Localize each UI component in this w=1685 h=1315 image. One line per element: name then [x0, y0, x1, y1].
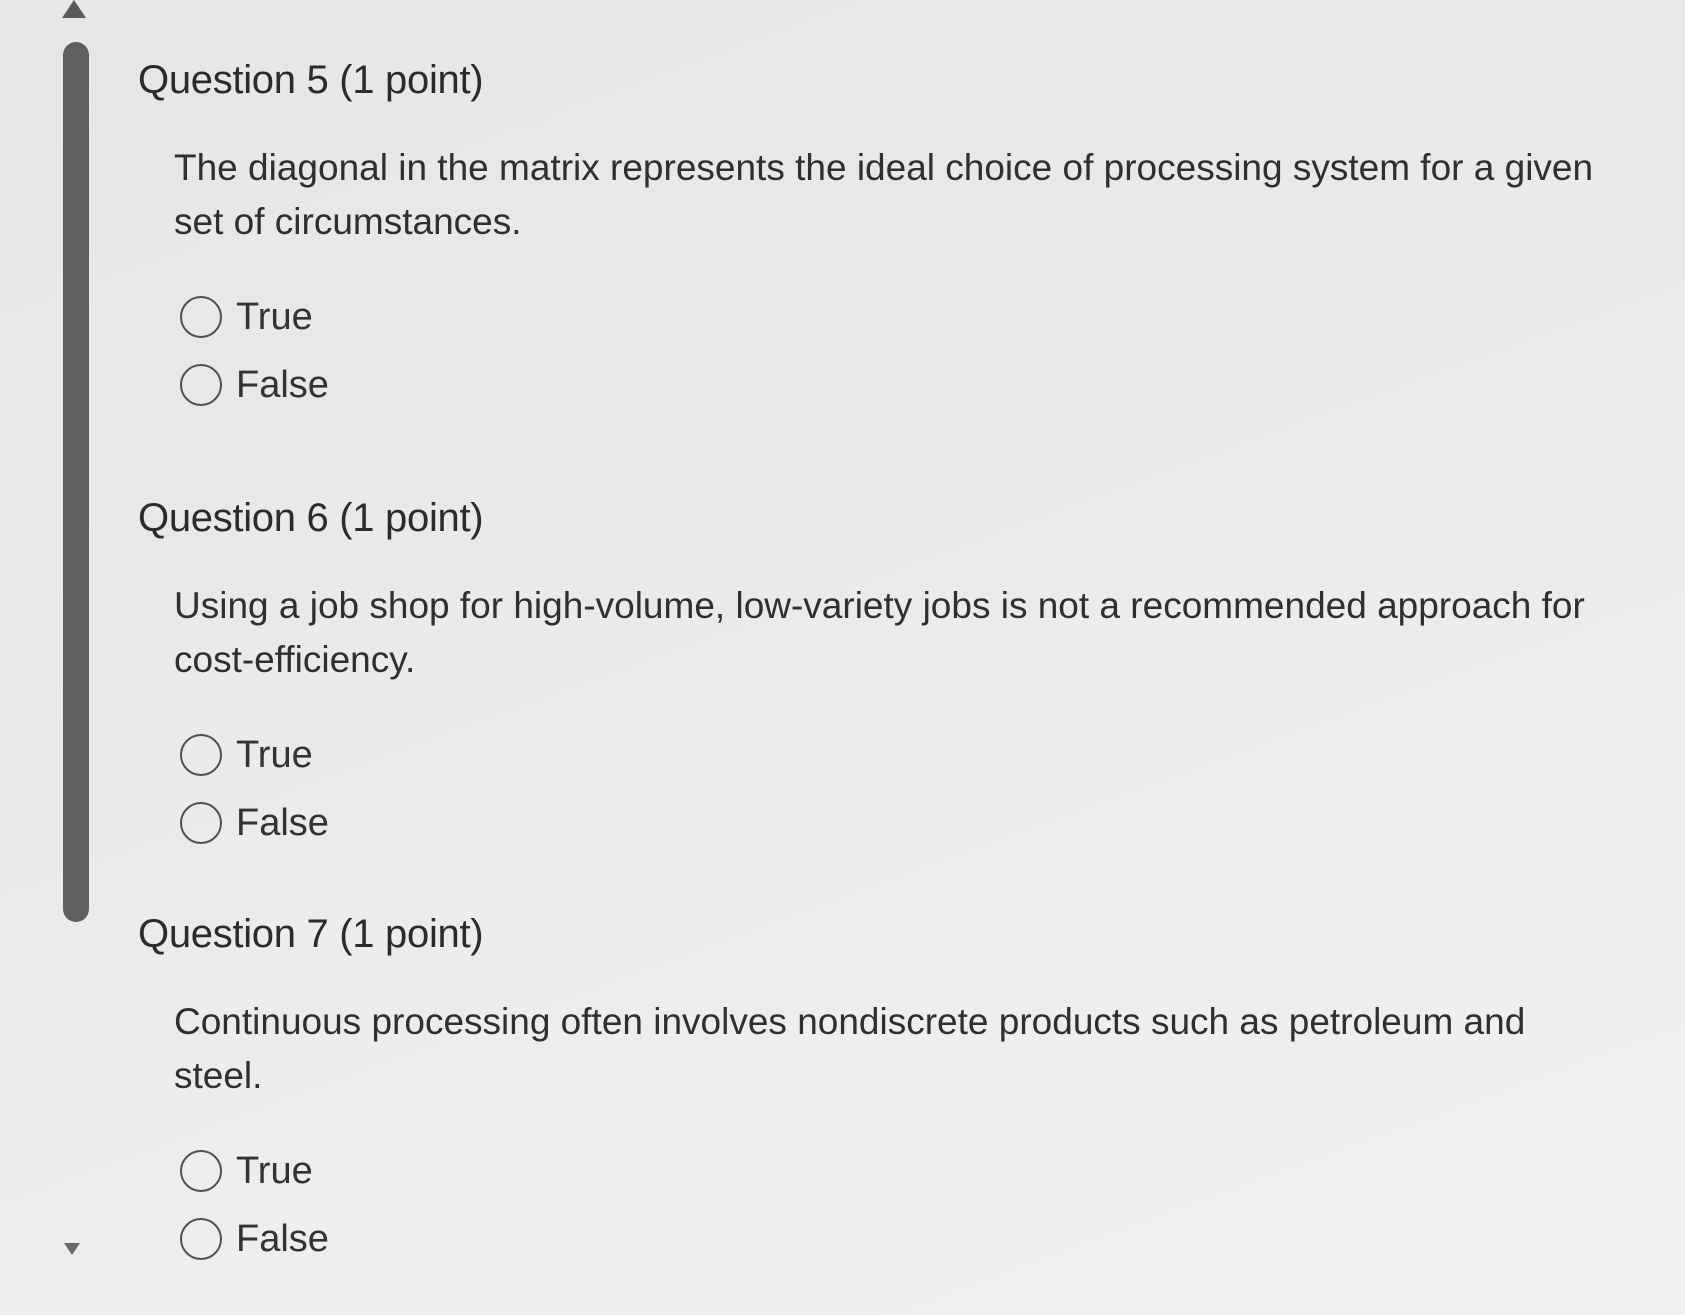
question-title: Question 5 (1 point): [138, 58, 484, 102]
option-true[interactable]: True: [180, 721, 1598, 789]
radio-button-icon[interactable]: [180, 364, 222, 406]
option-false[interactable]: False: [180, 1205, 1598, 1273]
answer-options: True False: [180, 721, 1598, 857]
scrollbar-thumb[interactable]: [63, 42, 89, 922]
option-label[interactable]: False: [236, 1218, 329, 1261]
question-5: Question 5 (1 point) The diagonal in the…: [138, 58, 1598, 419]
option-false[interactable]: False: [180, 789, 1598, 857]
option-false[interactable]: False: [180, 351, 1598, 419]
answer-options: True False: [180, 283, 1598, 419]
question-title: Question 6 (1 point): [138, 496, 484, 540]
option-label[interactable]: True: [236, 734, 313, 777]
option-label[interactable]: False: [236, 802, 329, 845]
option-label[interactable]: False: [236, 364, 329, 407]
answer-options: True False: [180, 1137, 1598, 1273]
option-true[interactable]: True: [180, 1137, 1598, 1205]
question-text: Continuous processing often involves non…: [174, 1001, 1526, 1096]
radio-button-icon[interactable]: [180, 1150, 222, 1192]
radio-button-icon[interactable]: [180, 1218, 222, 1260]
question-7: Question 7 (1 point) Continuous processi…: [138, 912, 1598, 1273]
radio-button-icon[interactable]: [180, 734, 222, 776]
radio-button-icon[interactable]: [180, 802, 222, 844]
question-text: Using a job shop for high-volume, low-va…: [174, 585, 1585, 680]
option-label[interactable]: True: [236, 1150, 313, 1193]
scroll-down-arrow-icon[interactable]: [64, 1243, 80, 1255]
question-title: Question 7 (1 point): [138, 912, 484, 956]
option-label[interactable]: True: [236, 296, 313, 339]
option-true[interactable]: True: [180, 283, 1598, 351]
scroll-up-arrow-icon[interactable]: [62, 0, 86, 18]
question-text: The diagonal in the matrix represents th…: [174, 147, 1594, 242]
question-6: Question 6 (1 point) Using a job shop fo…: [138, 496, 1598, 857]
radio-button-icon[interactable]: [180, 296, 222, 338]
